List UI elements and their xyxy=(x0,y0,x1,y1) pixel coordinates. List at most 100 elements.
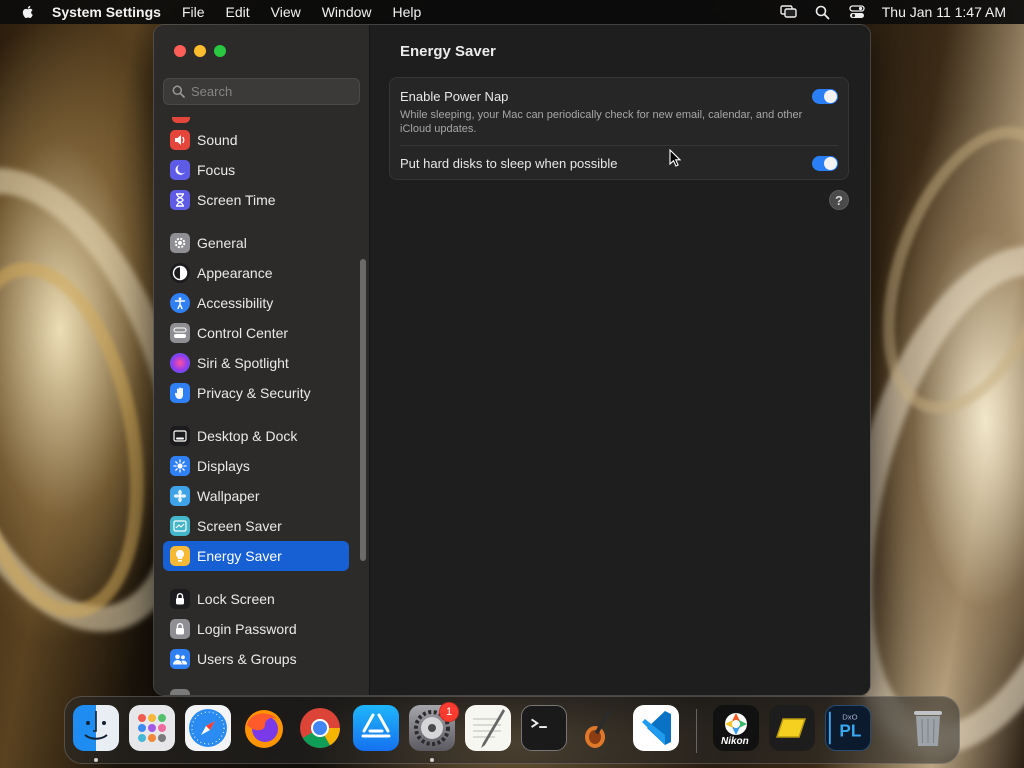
lock-icon xyxy=(170,589,190,609)
sidebar-item-label: Sound xyxy=(197,132,238,148)
trash-icon[interactable] xyxy=(905,705,951,751)
flower-icon xyxy=(170,486,190,506)
lightbulb-icon xyxy=(170,546,190,566)
content-pane: Energy Saver Enable Power Nap While slee… xyxy=(370,25,870,695)
hand-icon xyxy=(170,383,190,403)
sidebar-item-general[interactable]: General xyxy=(163,228,349,258)
sidebar-item-screen-saver[interactable]: Screen Saver xyxy=(163,511,349,541)
sidebar-item-partial xyxy=(170,689,190,695)
help-button[interactable]: ? xyxy=(829,190,849,210)
focus-moon-icon xyxy=(170,160,190,180)
sidebar-item-login-password[interactable]: Login Password xyxy=(163,614,349,644)
sidebar-item-siri-spotlight[interactable]: Siri & Spotlight xyxy=(163,348,349,378)
nikon-icon[interactable]: Nikon xyxy=(713,705,759,751)
setting-description: While sleeping, your Mac can periodicall… xyxy=(400,109,803,135)
setting-title: Enable Power Nap xyxy=(400,89,509,104)
menu-bar: System Settings File Edit View Window He… xyxy=(0,0,1024,24)
spotlight-search-icon[interactable] xyxy=(814,4,832,20)
textedit-icon[interactable] xyxy=(465,705,511,751)
system-settings-window: Sound Focus Screen Time General xyxy=(154,25,870,695)
finder-icon[interactable] xyxy=(73,705,119,751)
appearance-icon xyxy=(170,263,190,283)
firefox-icon[interactable] xyxy=(241,705,287,751)
menu-app-name[interactable]: System Settings xyxy=(52,4,161,20)
menu-file[interactable]: File xyxy=(182,4,205,20)
hard-disk-sleep-toggle[interactable] xyxy=(812,156,838,171)
sound-icon xyxy=(170,130,190,150)
chrome-icon[interactable] xyxy=(297,705,343,751)
sidebar-item-label: Desktop & Dock xyxy=(197,428,298,444)
close-window-button[interactable] xyxy=(174,45,186,57)
sidebar-item-label: Privacy & Security xyxy=(197,385,311,401)
menu-edit[interactable]: Edit xyxy=(226,4,250,20)
window-controls xyxy=(174,45,234,57)
sidebar-item-users-groups[interactable]: Users & Groups xyxy=(163,644,349,674)
sidebar-item-label: Displays xyxy=(197,458,250,474)
power-nap-toggle[interactable] xyxy=(812,89,838,104)
sidebar-item-label: Lock Screen xyxy=(197,591,275,607)
menu-window[interactable]: Window xyxy=(322,4,372,20)
hourglass-icon xyxy=(170,190,190,210)
accessibility-icon xyxy=(170,293,190,313)
svg-text:DxO: DxO xyxy=(842,712,857,721)
sidebar-item-accessibility[interactable]: Accessibility xyxy=(163,288,349,318)
sidebar-item-control-center[interactable]: Control Center xyxy=(163,318,349,348)
yellow-hexagon-icon[interactable] xyxy=(769,705,815,751)
gear-icon xyxy=(170,233,190,253)
sidebar-item-energy-saver[interactable]: Energy Saver xyxy=(163,541,349,571)
dock-icon xyxy=(170,426,190,446)
setting-title: Put hard disks to sleep when possible xyxy=(400,156,618,171)
notification-badge: 1 xyxy=(439,702,459,722)
running-indicator xyxy=(94,758,98,762)
menu-view[interactable]: View xyxy=(271,4,301,20)
garageband-icon[interactable] xyxy=(577,705,623,751)
sidebar-item-label: General xyxy=(197,235,247,251)
sidebar-item-label: Control Center xyxy=(197,325,289,341)
sidebar-item-label: Screen Time xyxy=(197,192,276,208)
page-title: Energy Saver xyxy=(400,43,496,60)
sidebar-item-screen-time[interactable]: Screen Time xyxy=(163,185,349,215)
photolab-label: PL xyxy=(839,721,861,741)
lock-icon xyxy=(170,619,190,639)
sidebar-item-label: Energy Saver xyxy=(197,548,282,564)
menu-help[interactable]: Help xyxy=(393,4,422,20)
screen-mirroring-icon[interactable] xyxy=(780,4,798,20)
sun-icon xyxy=(170,456,190,476)
sidebar-item-wallpaper[interactable]: Wallpaper xyxy=(163,481,349,511)
dock: 1 Nikon PL DxO xyxy=(64,696,960,764)
terminal-icon[interactable] xyxy=(521,705,567,751)
sidebar-item-focus[interactable]: Focus xyxy=(163,155,349,185)
safari-icon[interactable] xyxy=(185,705,231,751)
control-center-icon xyxy=(170,323,190,343)
sidebar-item-label: Appearance xyxy=(197,265,273,281)
sidebar-item-displays[interactable]: Displays xyxy=(163,451,349,481)
app-store-icon[interactable] xyxy=(353,705,399,751)
screen-saver-icon xyxy=(170,516,190,536)
sidebar-item-lock-screen[interactable]: Lock Screen xyxy=(163,584,349,614)
sidebar-item-desktop-dock[interactable]: Desktop & Dock xyxy=(163,421,349,451)
sidebar-item-privacy-security[interactable]: Privacy & Security xyxy=(163,378,349,408)
zoom-window-button[interactable] xyxy=(214,45,226,57)
sidebar-item-label: Siri & Spotlight xyxy=(197,355,289,371)
wallpaper-swirl xyxy=(0,247,170,633)
sidebar-item-label: Wallpaper xyxy=(197,488,260,504)
settings-group: Enable Power Nap While sleeping, your Ma… xyxy=(389,77,849,180)
minimize-window-button[interactable] xyxy=(194,45,206,57)
sidebar-item-label: Screen Saver xyxy=(197,518,282,534)
sidebar-scrollbar[interactable] xyxy=(360,259,366,561)
apple-menu-icon[interactable] xyxy=(20,4,36,20)
vscode-icon[interactable] xyxy=(633,705,679,751)
sidebar-item-appearance[interactable]: Appearance xyxy=(163,258,349,288)
control-center-icon[interactable] xyxy=(848,4,866,20)
launchpad-icon[interactable] xyxy=(129,705,175,751)
menubar-clock[interactable]: Thu Jan 11 1:47 AM xyxy=(882,4,1006,20)
sidebar-item-sound[interactable]: Sound xyxy=(163,125,349,155)
search-icon xyxy=(172,85,185,98)
search-input[interactable] xyxy=(191,84,351,99)
photolab-icon[interactable]: PL DxO xyxy=(825,705,871,751)
dock-separator xyxy=(696,709,697,753)
sidebar-item-label: Focus xyxy=(197,162,236,178)
search-field[interactable] xyxy=(163,78,360,105)
running-indicator xyxy=(430,758,434,762)
siri-icon xyxy=(170,353,190,373)
